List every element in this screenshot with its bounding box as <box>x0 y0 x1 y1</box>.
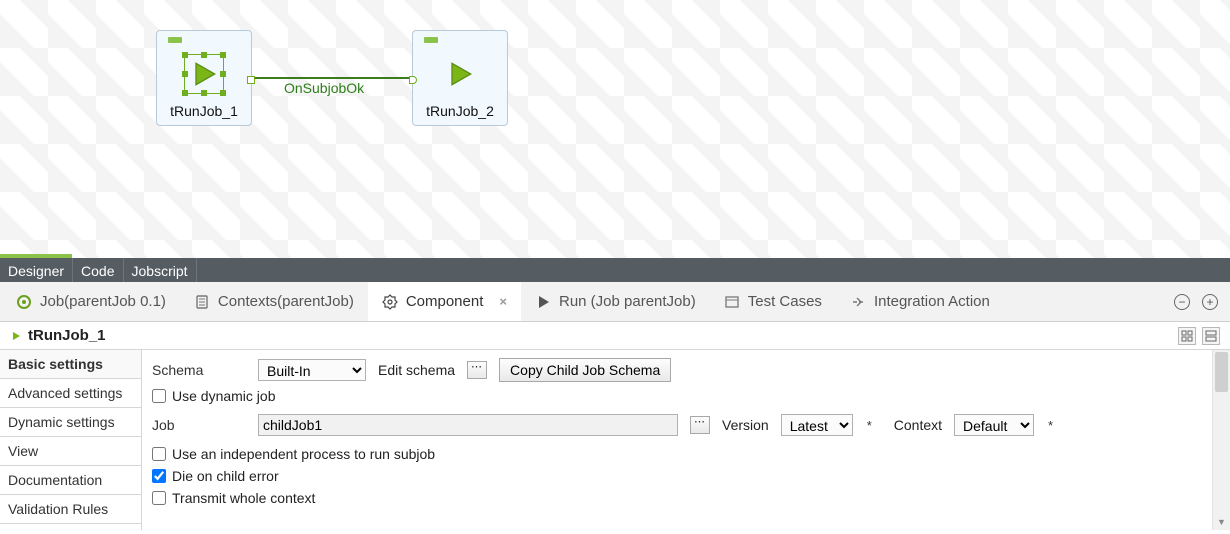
node-trunjob-1[interactable]: tRunJob_1 <box>156 30 252 126</box>
context-label: Context <box>894 417 942 433</box>
component-icon <box>382 294 398 310</box>
play-icon <box>444 58 476 90</box>
play-icon <box>10 330 22 342</box>
schema-select[interactable]: Built-In <box>258 359 366 381</box>
tab-label: Contexts(parentJob) <box>218 293 354 310</box>
node-mini-indicator <box>168 37 182 43</box>
transmit-whole-context-label: Transmit whole context <box>172 490 315 506</box>
required-asterisk: * <box>867 418 872 433</box>
side-dynamic-settings[interactable]: Dynamic settings <box>0 408 141 437</box>
tab-jobscript[interactable]: Jobscript <box>124 258 197 282</box>
tab-job[interactable]: Job(parentJob 0.1) <box>2 282 180 321</box>
tab-label: Run (Job parentJob) <box>559 293 696 310</box>
use-independent-process-checkbox[interactable] <box>152 447 166 461</box>
subjob-link[interactable] <box>252 77 415 79</box>
node-trunjob-2[interactable]: tRunJob_2 <box>412 30 508 126</box>
side-validation-rules[interactable]: Validation Rules <box>0 495 141 524</box>
use-dynamic-job-label: Use dynamic job <box>172 388 276 404</box>
side-documentation[interactable]: Documentation <box>0 466 141 495</box>
tab-label: Integration Action <box>874 293 990 310</box>
version-label: Version <box>722 417 769 433</box>
node-label: tRunJob_2 <box>426 103 494 119</box>
die-on-child-error-checkbox[interactable] <box>152 469 166 483</box>
tab-designer[interactable]: Designer <box>0 258 73 282</box>
job-label: Job <box>152 417 246 433</box>
die-on-child-error-label: Die on child error <box>172 468 279 484</box>
component-header: tRunJob_1 <box>0 322 1230 350</box>
out-port[interactable] <box>247 76 255 84</box>
node-mini-indicator <box>424 37 438 43</box>
side-view[interactable]: View <box>0 437 141 466</box>
selection-handles[interactable] <box>184 54 224 94</box>
transmit-whole-context-checkbox[interactable] <box>152 491 166 505</box>
tab-contexts[interactable]: Contexts(parentJob) <box>180 282 368 321</box>
scroll-down-arrow[interactable]: ▼ <box>1213 514 1230 530</box>
tab-label: Component <box>406 293 484 310</box>
subjob-link-label: OnSubjobOk <box>284 80 364 96</box>
tab-component[interactable]: Component × <box>368 282 521 321</box>
job-browse-button[interactable]: ⋯ <box>690 416 710 434</box>
edit-schema-link[interactable]: Edit schema <box>378 362 455 378</box>
side-advanced-settings[interactable]: Advanced settings <box>0 379 141 408</box>
tab-testcases[interactable]: Test Cases <box>710 282 836 321</box>
component-body: Basic settings Advanced settings Dynamic… <box>0 350 1230 530</box>
maximize-view-button[interactable]: + <box>1202 294 1218 310</box>
contexts-icon <box>194 294 210 310</box>
layout-rows-button[interactable] <box>1202 327 1220 345</box>
tab-label: Test Cases <box>748 293 822 310</box>
integration-icon <box>850 294 866 310</box>
tab-integration-action[interactable]: Integration Action <box>836 282 1004 321</box>
close-icon[interactable]: × <box>499 294 507 309</box>
tab-code[interactable]: Code <box>73 258 123 282</box>
schema-label: Schema <box>152 362 246 378</box>
node-label: tRunJob_1 <box>170 103 238 119</box>
job-field[interactable] <box>258 414 678 436</box>
copy-child-job-schema-button[interactable]: Copy Child Job Schema <box>499 358 671 382</box>
component-title: tRunJob_1 <box>28 327 106 344</box>
use-independent-process-label: Use an independent process to run subjob <box>172 446 435 462</box>
in-port[interactable] <box>409 76 417 84</box>
minimize-view-button[interactable]: − <box>1174 294 1190 310</box>
scroll-thumb[interactable] <box>1215 352 1228 392</box>
required-asterisk: * <box>1048 418 1053 433</box>
use-dynamic-job-checkbox[interactable] <box>152 389 166 403</box>
design-canvas[interactable]: OnSubjobOk tRunJob_1 tRunJob_2 <box>0 0 1230 258</box>
side-basic-settings[interactable]: Basic settings <box>0 350 141 379</box>
context-select[interactable]: Default <box>954 414 1034 436</box>
tab-run[interactable]: Run (Job parentJob) <box>521 282 710 321</box>
layout-grid-button[interactable] <box>1178 327 1196 345</box>
vertical-scrollbar[interactable]: ▲ ▼ <box>1212 350 1230 530</box>
testcases-icon <box>724 294 740 310</box>
component-side-tabs: Basic settings Advanced settings Dynamic… <box>0 350 142 530</box>
job-icon <box>16 294 32 310</box>
run-icon <box>535 294 551 310</box>
edit-schema-dots-button[interactable]: ⋯ <box>467 361 487 379</box>
tab-label: Job(parentJob 0.1) <box>40 293 166 310</box>
version-select[interactable]: Latest <box>781 414 853 436</box>
component-form: Schema Built-In Edit schema ⋯ Copy Child… <box>142 350 1230 530</box>
editor-mode-tabs: Designer Code Jobscript <box>0 258 1230 282</box>
view-tabs: Job(parentJob 0.1) Contexts(parentJob) C… <box>0 282 1230 322</box>
